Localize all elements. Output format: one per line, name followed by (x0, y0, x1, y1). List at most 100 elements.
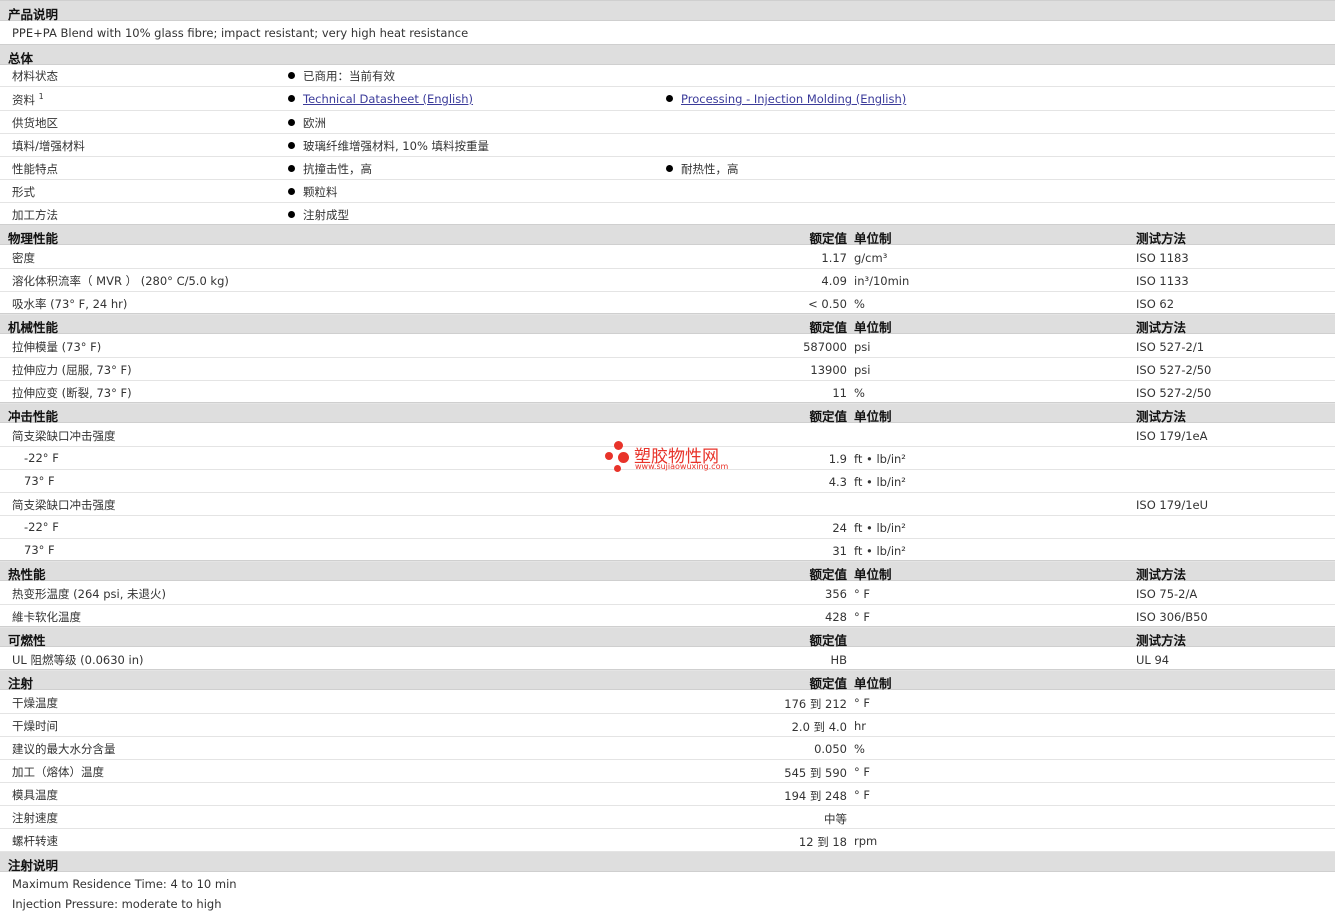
section-title: 物理性能 (8, 231, 59, 246)
bullet-value: 已商用：当前有效 (288, 68, 395, 84)
physical-row: 密度 1.17 g/cm³ ISO 1183 (0, 246, 1335, 269)
unit-value: % (854, 297, 865, 311)
nominal-value: 356 (825, 587, 847, 601)
injection-row: 干燥时间 2.0 到 4.0 hr (0, 714, 1335, 737)
watermark-logo: 塑胶物性网 www.sujiaowuxing.com (604, 440, 744, 474)
test-method: ISO 75-2/A (1136, 587, 1198, 601)
mechanical-row: 拉伸应力 (屈服, 73° F) 13900 psi ISO 527-2/50 (0, 358, 1335, 381)
section-title: 热性能 (8, 567, 46, 582)
bullet-value: 颗粒料 (288, 184, 338, 200)
unit-value: g/cm³ (854, 251, 888, 265)
section-header-injection-notes: 注射说明 (0, 851, 1335, 873)
property-label: 拉伸模量 (73° F) (12, 340, 102, 354)
property-label: 73° F (24, 474, 55, 488)
property-label: 形式 (12, 185, 35, 199)
general-row: 形式 颗粒料 (0, 180, 1335, 203)
bullet-icon (288, 165, 295, 172)
section-title: 产品说明 (8, 7, 59, 22)
property-label: 干燥温度 (12, 696, 58, 710)
test-method: ISO 527-2/50 (1136, 386, 1212, 400)
property-label: 螺杆转速 (12, 834, 58, 848)
property-label: 加工方法 (12, 208, 58, 222)
injection-row: 建议的最大水分含量 0.050% (0, 737, 1335, 760)
column-nominal: 额定值 (809, 409, 847, 424)
section-title: 可燃性 (8, 633, 46, 648)
section-header-description: 产品说明 (0, 0, 1335, 22)
bullet-icon (288, 188, 295, 195)
logo-dots-icon (604, 440, 632, 474)
bullet-value: 耐热性，高 (666, 161, 739, 177)
physical-row: 溶化体积流率（ MVR ） (280° C/5.0 kg) 4.09 in³/10m… (0, 269, 1335, 292)
bullet-value: 抗撞击性，高 (288, 161, 372, 177)
column-unit: 单位制 (854, 676, 892, 691)
injection-row: 注射速度 中等 (0, 806, 1335, 829)
bullet-value: 注射成型 (288, 207, 349, 223)
injection-row: 加工（熔体）温度 545 到 590 ° F (0, 760, 1335, 783)
section-title: 冲击性能 (8, 409, 59, 424)
bullet-icon (288, 211, 295, 218)
injection-row: 模具温度 194 到 248 ° F (0, 783, 1335, 806)
mechanical-row: 拉伸应变 (断裂, 73° F) 11% ISO 527-2/50 (0, 381, 1335, 404)
section-header-mechanical: 机械性能 额定值 单位制 测试方法 (0, 313, 1335, 335)
test-method: ISO 1183 (1136, 251, 1189, 265)
unit-value: ° F (854, 765, 871, 779)
column-test: 测试方法 (1136, 567, 1187, 582)
technical-datasheet-link[interactable]: Technical Datasheet (English) (303, 92, 473, 106)
bullet-value[interactable]: Processing - Injection Molding (English) (666, 92, 906, 106)
nominal-value: 0.050 (814, 742, 847, 756)
nominal-value: < 0.50 (808, 297, 847, 311)
unit-value: ° F (854, 788, 871, 802)
property-label: -22° F (24, 451, 59, 465)
section-header-general: 总体 (0, 44, 1335, 66)
property-label: 模具温度 (12, 788, 58, 802)
nominal-value: 24 (832, 521, 847, 535)
footnote-marker: 1 (38, 92, 44, 102)
property-label: 性能特点 (12, 162, 58, 176)
bullet-icon (666, 95, 673, 102)
nominal-value: 545 到 590 (784, 766, 847, 780)
nominal-value: 31 (832, 544, 847, 558)
property-label: 资料 1 (12, 92, 44, 107)
general-row: 加工方法 注射成型 (0, 203, 1335, 226)
bullet-icon (666, 165, 673, 172)
nominal-value: 12 到 18 (798, 835, 847, 849)
property-label: 拉伸应力 (屈服, 73° F) (12, 363, 132, 377)
property-label: 简支梁缺口冲击强度 (12, 429, 116, 443)
impact-row: 73° F 31 ft • lb/in² (0, 539, 1335, 562)
physical-row: 吸水率 (73° F, 24 hr) < 0.50% ISO 62 (0, 292, 1335, 315)
column-test: 测试方法 (1136, 231, 1187, 246)
column-nominal: 额定值 (809, 676, 847, 691)
unit-value: hr (854, 719, 867, 733)
property-label: -22° F (24, 520, 59, 534)
nominal-value: 428 (825, 610, 847, 624)
section-title: 注射说明 (8, 858, 59, 873)
column-nominal: 额定值 (809, 567, 847, 582)
nominal-value: 4.09 (821, 274, 847, 288)
thermal-row: 热变形温度 (264 psi, 未退火) 356 ° F ISO 75-2/A (0, 582, 1335, 605)
nominal-value: 176 到 212 (784, 697, 847, 711)
general-row: 供货地区 欧洲 (0, 111, 1335, 134)
general-row: 资料 1 Technical Datasheet (English) Process… (0, 88, 1335, 111)
mechanical-row: 拉伸模量 (73° F) 587000 psi ISO 527-2/1 (0, 335, 1335, 358)
section-header-thermal: 热性能 额定值 单位制 测试方法 (0, 560, 1335, 582)
column-nominal: 额定值 (809, 231, 847, 246)
test-method: ISO 1133 (1136, 274, 1189, 288)
flammability-row: UL 阻燃等级 (0.0630 in) HB UL 94 (0, 648, 1335, 671)
property-label: 73° F (24, 543, 55, 557)
bullet-icon (288, 95, 295, 102)
general-row: 材料状态 已商用：当前有效 (0, 64, 1335, 87)
bullet-icon (288, 72, 295, 79)
unit-value: ° F (854, 587, 871, 601)
injection-row: 干燥温度 176 到 212 ° F (0, 691, 1335, 714)
unit-value: psi (854, 340, 871, 354)
general-row: 性能特点 抗撞击性，高 耐热性，高 (0, 157, 1335, 180)
nominal-value: 11 (832, 386, 847, 400)
processing-injection-molding-link[interactable]: Processing - Injection Molding (English) (681, 92, 906, 106)
bullet-value[interactable]: Technical Datasheet (English) (288, 92, 473, 106)
column-test: 测试方法 (1136, 633, 1187, 648)
unit-value: in³/10min (854, 274, 910, 288)
unit-value: ° F (854, 696, 871, 710)
property-label: 加工（熔体）温度 (12, 765, 104, 779)
column-nominal: 额定值 (809, 320, 847, 335)
property-label: 吸水率 (73° F, 24 hr) (12, 297, 128, 311)
